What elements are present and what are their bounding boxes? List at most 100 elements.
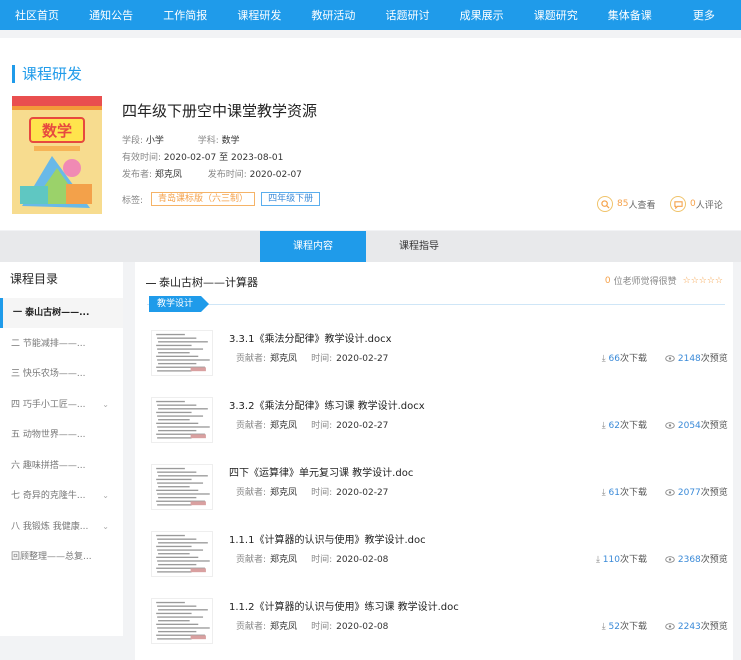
catalog-item[interactable]: 二 节能减排——... (0, 329, 123, 359)
resource-title[interactable]: 1.1.1《计算器的认识与使用》教学设计.doc (229, 531, 426, 546)
download-count[interactable]: ⤓ 52次下载 (567, 619, 647, 632)
tags-label: 标签: (122, 195, 144, 206)
chevron-down-icon[interactable]: ⌄ (102, 512, 109, 542)
meta-row-stage: 学段: 小学 学科: 数学 (122, 136, 240, 147)
preview-count[interactable]: 2148次预览 (665, 351, 728, 364)
comments-stat: 0 人评论 (670, 196, 723, 212)
subject-value: 数学 (221, 136, 240, 146)
resource-title[interactable]: 1.1.2《计算器的认识与使用》练习课 教学设计.doc (229, 598, 459, 613)
resource-meta: 贡献者: 郑克凤 时间: 2020-02-27 (236, 351, 388, 364)
download-suffix: 次下载 (619, 555, 647, 565)
nav-item[interactable]: 成果展示 (445, 7, 519, 23)
resource-title[interactable]: 3.3.1《乘法分配律》教学设计.docx (229, 330, 392, 345)
nav-item[interactable]: 工作简报 (148, 7, 222, 23)
nav-item[interactable]: 通知公告 (74, 7, 148, 23)
section-divider (147, 304, 725, 305)
chevron-down-icon[interactable]: ⌄ (102, 390, 109, 420)
tag-chip[interactable]: 四年级下册 (261, 192, 321, 206)
nav-item[interactable]: 课题研究 (519, 7, 593, 23)
resource-meta: 贡献者: 郑克凤 时间: 2020-02-08 (236, 552, 388, 565)
catalog-item[interactable]: 五 动物世界——... (0, 420, 123, 450)
content-tabs: 课程内容 课程指导 (0, 231, 741, 262)
download-number: 110 (602, 555, 620, 565)
views-stat: 85 人查看 (597, 196, 655, 212)
comments-suffix: 人评论 (695, 200, 723, 211)
contributor-name: 郑克凤 (270, 555, 298, 565)
cover-illustration: 数学 (12, 96, 102, 214)
preview-suffix: 次预览 (700, 354, 728, 364)
publisher-label: 发布者: (122, 170, 153, 180)
nav-item[interactable]: 社区首页 (0, 7, 74, 23)
upload-time: 2020-02-08 (336, 555, 389, 565)
download-number: 62 (608, 421, 620, 431)
document-thumbnail[interactable] (151, 598, 213, 644)
tab-course-guide[interactable]: 课程指导 (366, 231, 472, 262)
resource-row[interactable]: 四下《运算律》单元复习课 教学设计.doc 贡献者: 郑克凤 时间: 2020-02-2… (135, 459, 733, 525)
preview-count[interactable]: 2077次预览 (665, 485, 728, 498)
download-number: 61 (608, 488, 620, 498)
chevron-down-icon[interactable]: ⌄ (102, 481, 109, 511)
catalog-item[interactable]: 六 趣味拼搭——... (0, 451, 123, 481)
eye-icon (665, 421, 678, 431)
valid-from: 2020-02-07 (163, 153, 217, 163)
preview-suffix: 次预览 (700, 488, 728, 498)
resource-meta: 贡献者: 郑克凤 时间: 2020-02-27 (236, 418, 388, 431)
download-suffix: 次下载 (619, 488, 647, 498)
valid-to-word: 至 (219, 153, 229, 163)
preview-count[interactable]: 2054次预览 (665, 418, 728, 431)
catalog-item[interactable]: 四 巧手小工匠—... ⌄ (0, 390, 123, 420)
download-count[interactable]: ⤓ 62次下载 (567, 418, 647, 431)
resource-row[interactable]: 1.1.1《计算器的认识与使用》教学设计.doc 贡献者: 郑克凤 时间: 2020-0… (135, 526, 733, 592)
time-label: 时间: (311, 421, 333, 431)
like-text: 位老师觉得很赞 (613, 277, 677, 287)
download-suffix: 次下载 (619, 354, 647, 364)
nav-item[interactable]: 教研活动 (296, 7, 370, 23)
course-catalog-sidebar: 课程目录 一 泰山古树——... 二 节能减排——... 三 快乐农场——... 四 … (0, 262, 123, 636)
catalog-item[interactable]: 一 泰山古树——... (0, 298, 123, 328)
search-icon (597, 196, 613, 212)
preview-suffix: 次预览 (700, 555, 728, 565)
download-icon: ⤓ (601, 488, 609, 498)
resource-row[interactable]: 3.3.2《乘法分配律》练习课 教学设计.docx 贡献者: 郑克凤 时间: 2020-… (135, 392, 733, 458)
tag-chip[interactable]: 青岛课标版（六三制） (151, 192, 256, 206)
download-count[interactable]: ⤓ 110次下载 (567, 552, 647, 565)
nav-item[interactable]: 更多 (667, 7, 741, 23)
preview-count[interactable]: 2368次预览 (665, 552, 728, 565)
download-count[interactable]: ⤓ 61次下载 (567, 485, 647, 498)
comment-icon (670, 196, 686, 212)
resource-row[interactable]: 3.3.1《乘法分配律》教学设计.docx 贡献者: 郑克凤 时间: 2020-02-2… (135, 325, 733, 391)
document-thumbnail[interactable] (151, 531, 213, 577)
time-label: 时间: (311, 622, 333, 632)
document-thumbnail[interactable] (151, 464, 213, 510)
like-summary: 0 位老师觉得很赞 ☆☆☆☆☆ (605, 274, 723, 288)
catalog-item[interactable]: 八 我锻炼 我健康... ⌄ (0, 512, 123, 542)
eye-icon (665, 555, 678, 565)
nav-item[interactable]: 课程研发 (222, 7, 296, 23)
resource-title[interactable]: 3.3.2《乘法分配律》练习课 教学设计.docx (229, 397, 425, 412)
document-thumbnail[interactable] (151, 330, 213, 376)
views-count: 85 (617, 199, 629, 209)
download-count[interactable]: ⤓ 66次下载 (567, 351, 647, 364)
contributor-name: 郑克凤 (270, 488, 298, 498)
svg-text:数学: 数学 (42, 122, 72, 140)
document-thumbnail[interactable] (151, 397, 213, 443)
download-number: 52 (608, 622, 620, 632)
catalog-item[interactable]: 三 快乐农场——... (0, 359, 123, 389)
tab-course-content[interactable]: 课程内容 (260, 231, 366, 262)
catalog-item[interactable]: 回顾整理——总复... (0, 542, 123, 572)
contributor-label: 贡献者: (236, 421, 267, 431)
catalog-item-label: 六 趣味拼搭——... (11, 460, 86, 471)
nav-item[interactable]: 话题研讨 (370, 7, 444, 23)
nav-item[interactable]: 集体备课 (593, 7, 667, 23)
eye-icon (665, 354, 678, 364)
preview-count[interactable]: 2243次预览 (665, 619, 728, 632)
contributor-label: 贡献者: (236, 354, 267, 364)
preview-number: 2243 (677, 622, 701, 632)
rating-stars[interactable]: ☆☆☆☆☆ (683, 276, 723, 286)
resource-row[interactable]: 1.1.2《计算器的认识与使用》练习课 教学设计.doc 贡献者: 郑克凤 时间: 20… (135, 593, 733, 659)
catalog-item[interactable]: 七 奇异的克隆牛... ⌄ (0, 481, 123, 511)
time-label: 时间: (311, 555, 333, 565)
resource-title[interactable]: 四下《运算律》单元复习课 教学设计.doc (229, 464, 413, 479)
top-nav: 社区首页 通知公告 工作简报 课程研发 教研活动 话题研讨 成果展示 课题研究 集体备课 更多 (0, 0, 741, 30)
stage-label: 学段: (122, 136, 144, 146)
